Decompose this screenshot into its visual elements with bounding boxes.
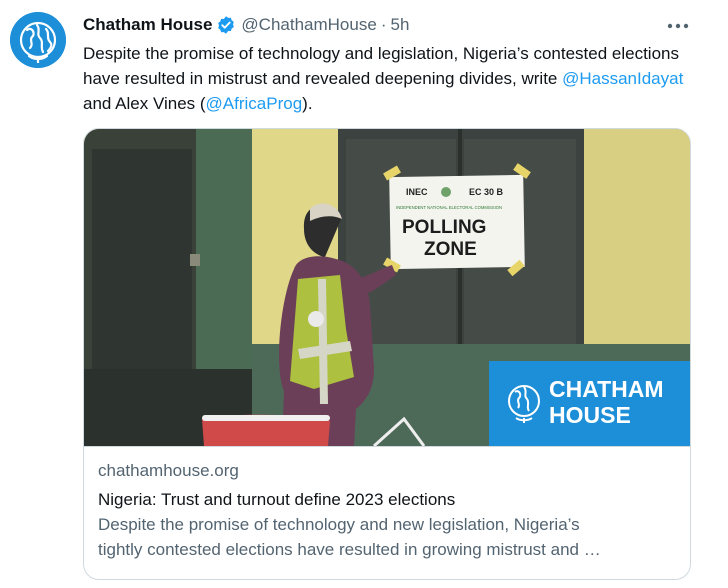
logo-line1: CHATHAM (549, 376, 664, 402)
avatar-globe-icon (10, 12, 66, 68)
mention-africaprog[interactable]: @AfricaProg (206, 94, 303, 113)
poster-top-right: EC 30 B (469, 187, 504, 197)
tweet-text-part2: and Alex Vines ( (83, 94, 206, 113)
poster-main-line1: POLLING (402, 217, 486, 238)
mention-hassanidayat[interactable]: @HassanIdayat (562, 69, 683, 88)
card-title[interactable]: Nigeria: Trust and turnout define 2023 e… (98, 487, 678, 512)
tweet-text: Despite the promise of technology and le… (83, 41, 703, 116)
tweet-timestamp[interactable]: 5h (390, 15, 409, 35)
link-card[interactable]: INEC EC 30 B INDEPENDENT NATIONAL ELECTO… (83, 128, 691, 580)
poster-top-left: INEC (406, 187, 428, 197)
card-image[interactable]: INEC EC 30 B INDEPENDENT NATIONAL ELECTO… (84, 129, 690, 447)
tweet[interactable]: Chatham House @ChathamHouse · 5h Despite… (0, 0, 728, 588)
tweet-header: Chatham House @ChathamHouse · 5h (83, 13, 409, 37)
more-options-icon[interactable] (664, 16, 692, 36)
separator-dot: · (380, 15, 387, 34)
card-description-line1: Despite the promise of technology and ne… (98, 515, 580, 534)
card-meta[interactable]: chathamhouse.org Nigeria: Trust and turn… (98, 459, 678, 562)
card-description-line2: tightly contested elections have resulte… (98, 540, 601, 559)
verified-badge-icon (218, 16, 235, 34)
account-handle[interactable]: @ChathamHouse (241, 15, 376, 35)
tweet-text-part3: ). (302, 94, 313, 113)
logo-line2: HOUSE (549, 402, 631, 428)
polling-zone-photo: INEC EC 30 B INDEPENDENT NATIONAL ELECTO… (84, 129, 690, 446)
poster-small-text: INDEPENDENT NATIONAL ELECTORAL COMMISSIO… (396, 205, 502, 210)
poster-main-line2: ZONE (424, 239, 477, 260)
card-domain: chathamhouse.org (98, 461, 239, 480)
avatar[interactable] (10, 12, 66, 68)
account-name[interactable]: Chatham House (83, 15, 212, 35)
